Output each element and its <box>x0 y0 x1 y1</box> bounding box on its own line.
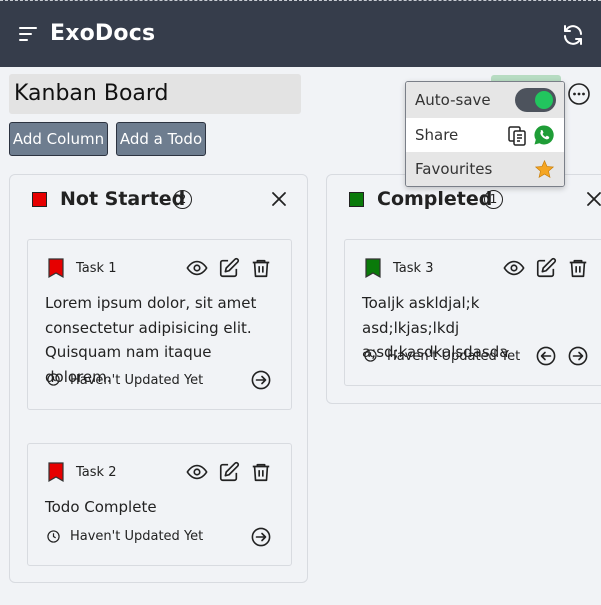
add-todo-button[interactable]: Add a Todo <box>116 122 206 156</box>
brand-title[interactable]: ExoDocs <box>50 21 155 46</box>
clock-icon <box>47 373 60 386</box>
task-count-badge: 1 <box>484 190 503 209</box>
bookmark-icon <box>48 258 64 279</box>
last-updated-text: Haven't Updated Yet <box>387 349 521 364</box>
autosave-toggle[interactable] <box>515 88 556 112</box>
share-row[interactable]: Share <box>406 118 564 152</box>
view-eye-icon[interactable] <box>186 257 208 279</box>
task-name: Task 1 <box>76 261 117 276</box>
column-not-started: Not Started 2 Task 1 Lorem ipsum dolor, … <box>9 174 308 583</box>
view-eye-icon[interactable] <box>503 257 525 279</box>
clock-icon <box>364 349 377 362</box>
task-description: Todo Complete <box>45 498 157 516</box>
options-dropdown: Auto-save Share Favourites <box>405 81 565 187</box>
column-title: Completed <box>377 188 493 210</box>
column-color-marker <box>32 192 47 207</box>
hamburger-menu-icon[interactable] <box>18 25 40 43</box>
column-completed: Completed 1 Task 3 Toaljk askldjal;k asd… <box>326 174 601 404</box>
move-right-arrow-icon[interactable] <box>568 346 588 366</box>
delete-trash-icon[interactable] <box>567 257 589 279</box>
edit-icon[interactable] <box>218 461 240 483</box>
last-updated-text: Haven't Updated Yet <box>70 373 204 388</box>
more-horizontal-icon[interactable] <box>567 82 591 106</box>
view-eye-icon[interactable] <box>186 461 208 483</box>
move-right-arrow-icon[interactable] <box>251 527 271 547</box>
bookmark-icon <box>365 258 381 279</box>
autosave-row[interactable]: Auto-save <box>406 82 564 118</box>
edit-icon[interactable] <box>535 257 557 279</box>
delete-trash-icon[interactable] <box>250 257 272 279</box>
autosave-label: Auto-save <box>415 91 491 109</box>
task-card[interactable]: Task 3 Toaljk askldjal;k asd;lkjas;lkdj … <box>344 239 601 386</box>
top-navbar: ExoDocs <box>0 0 601 67</box>
edit-icon[interactable] <box>218 257 240 279</box>
move-left-arrow-icon[interactable] <box>536 346 556 366</box>
task-name: Task 3 <box>393 261 434 276</box>
clock-icon <box>47 530 60 543</box>
board-title-input[interactable]: Kanban Board <box>9 74 301 114</box>
column-color-marker <box>349 192 364 207</box>
task-count-badge: 2 <box>173 190 192 209</box>
bookmark-icon <box>48 462 64 483</box>
task-card[interactable]: Task 1 Lorem ipsum dolor, sit amet conse… <box>27 239 292 410</box>
close-icon[interactable] <box>270 190 288 208</box>
move-right-arrow-icon[interactable] <box>251 370 271 390</box>
close-icon[interactable] <box>585 190 601 208</box>
task-card[interactable]: Task 2 Todo Complete Haven't Updated Yet <box>27 443 292 566</box>
favourites-row[interactable]: Favourites <box>406 152 564 186</box>
toggle-knob <box>535 91 553 109</box>
add-column-button[interactable]: Add Column <box>9 122 108 156</box>
favourites-label: Favourites <box>415 160 493 178</box>
column-title: Not Started <box>60 188 186 210</box>
refresh-icon[interactable] <box>561 23 585 47</box>
whatsapp-icon[interactable] <box>533 124 555 146</box>
star-icon[interactable] <box>534 159 555 180</box>
copy-icon[interactable] <box>507 125 527 147</box>
task-name: Task 2 <box>76 465 117 480</box>
last-updated-text: Haven't Updated Yet <box>70 529 204 544</box>
share-label: Share <box>415 126 459 144</box>
delete-trash-icon[interactable] <box>250 461 272 483</box>
